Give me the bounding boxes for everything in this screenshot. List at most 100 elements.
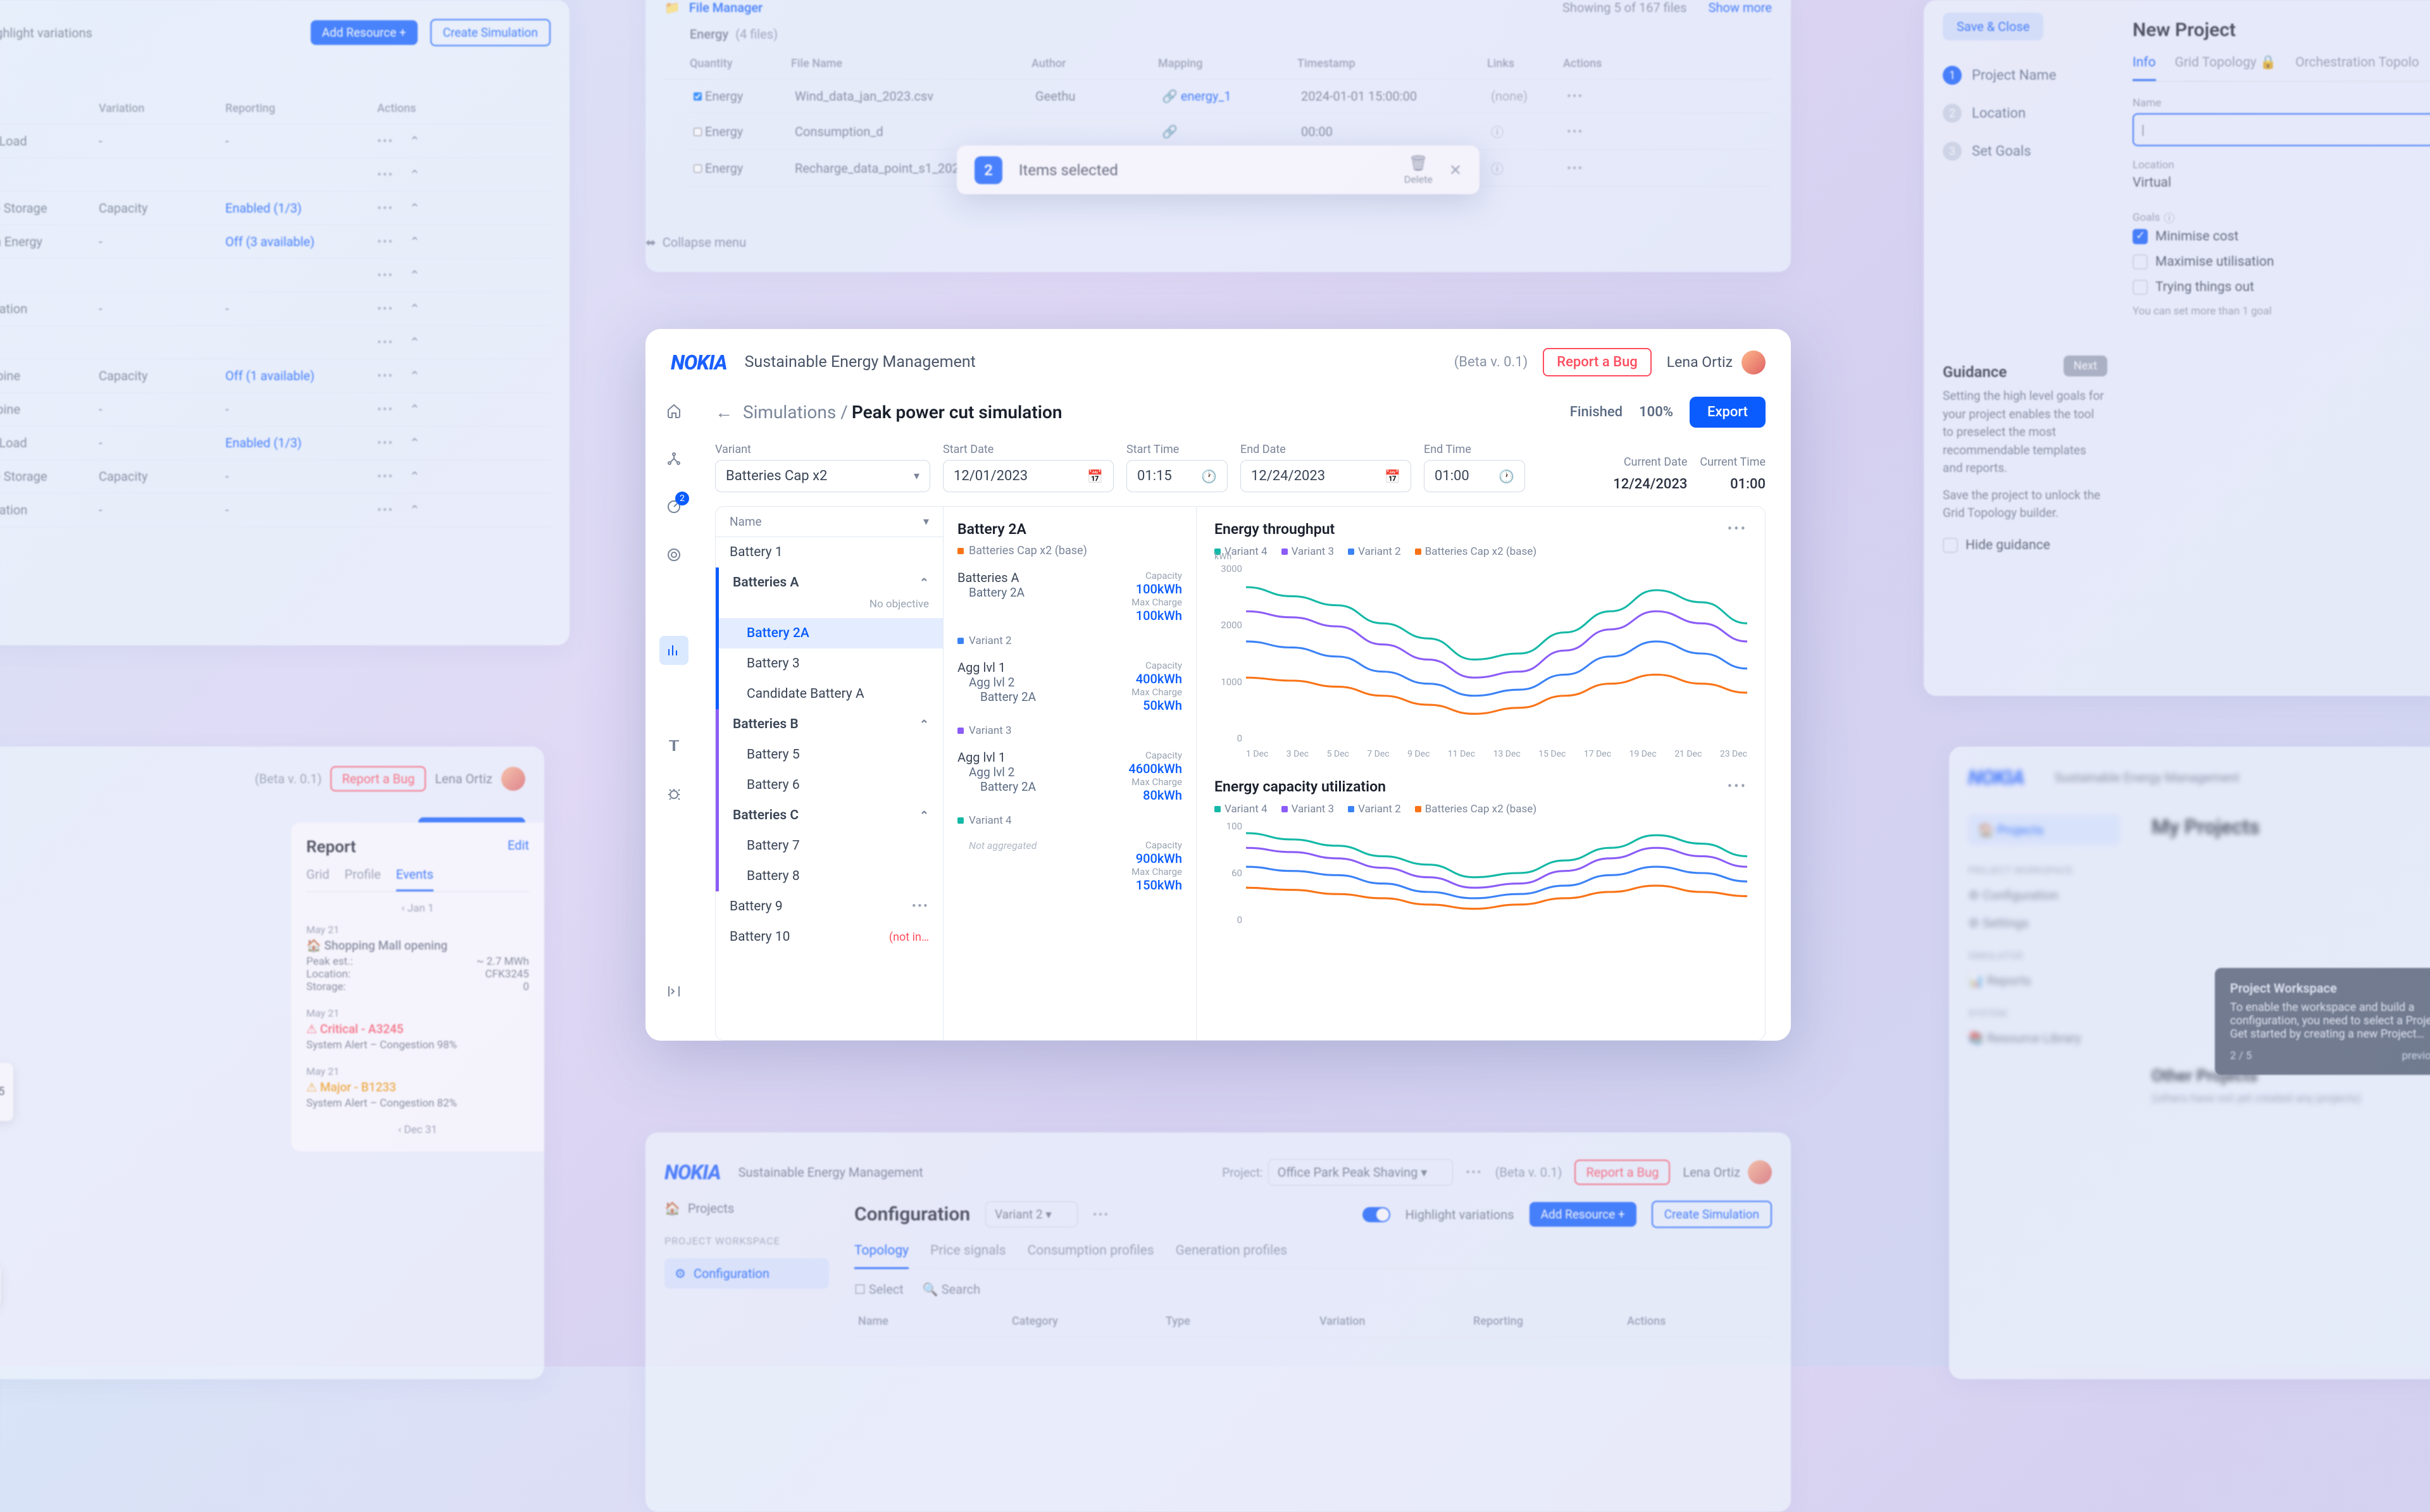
toggle-highlight[interactable] xyxy=(1362,1207,1390,1222)
export-button[interactable]: Export xyxy=(1690,397,1766,428)
nav-configuration[interactable]: ⚙ Configuration xyxy=(1968,888,2120,903)
tree-battery-7[interactable]: Battery 7 xyxy=(716,831,943,861)
show-more-link[interactable]: Show more xyxy=(1709,0,1772,15)
step-goals[interactable]: 3Set Goals xyxy=(1943,142,2107,161)
search-input[interactable]: 🔍 Search xyxy=(923,1282,980,1297)
save-close-button[interactable]: Save & Close xyxy=(1943,13,2043,40)
table-row[interactable]: PV Generation--•••⌃ xyxy=(0,292,551,326)
close-icon[interactable]: ✕ xyxy=(1449,161,1462,179)
nav-configuration[interactable]: ⚙ Configuration xyxy=(664,1258,829,1289)
table-row[interactable]: PV Generation--•••⌃ xyxy=(0,493,551,527)
next-button[interactable]: Next xyxy=(2064,356,2107,376)
tree-battery-5[interactable]: Battery 5 xyxy=(716,740,943,770)
report-bug-button[interactable]: Report a Bug xyxy=(1543,348,1652,376)
cfg-tab[interactable]: Generation profiles xyxy=(1176,1243,1287,1260)
cfg-tab[interactable]: Topology xyxy=(854,1243,909,1269)
nav-reports[interactable]: 📊 Reports xyxy=(1968,973,2120,988)
delete-icon[interactable]: 🗑Delete xyxy=(1404,154,1433,185)
nav-resource-library[interactable]: 📚 Resource Library xyxy=(1968,1031,2120,1046)
table-row[interactable]: Hydrogen Energy-Off (3 available)•••⌃ xyxy=(0,225,551,259)
start-date-input[interactable]: 12/01/2023📅 xyxy=(943,460,1114,492)
table-row[interactable]: Wind Turbine--•••⌃ xyxy=(0,393,551,426)
end-time-input[interactable]: 01:00🕐 xyxy=(1424,460,1525,492)
event-item[interactable]: May 21🏠 Shopping Mall openingPeak est.:~… xyxy=(306,924,529,993)
tab-orchestration[interactable]: Orchestration Topolo xyxy=(2295,55,2419,81)
tree-battery-3[interactable]: Battery 3 xyxy=(716,648,943,679)
table-row[interactable]: •••⌃ xyxy=(0,326,551,359)
back-icon[interactable]: ← xyxy=(715,402,733,423)
rtab-profile[interactable]: Profile xyxy=(345,867,381,891)
map-pin-2[interactable]: 🏠CFK3245 xyxy=(0,1265,1,1307)
add-resource-button[interactable]: Add Resource + xyxy=(311,20,418,45)
chart-more-icon[interactable]: ••• xyxy=(1728,779,1747,795)
table-row[interactable]: Invertor + StorageCapacity-•••⌃ xyxy=(0,460,551,493)
table-row[interactable]: •••⌃ xyxy=(0,158,551,192)
map-pin-1[interactable]: 🔋CFK3245 3 xyxy=(0,1063,13,1121)
tab-info[interactable]: Info xyxy=(2133,55,2156,81)
tree-battery-9[interactable]: Battery 9••• xyxy=(716,891,943,922)
step-project-name[interactable]: 1Project Name xyxy=(1943,66,2107,85)
book-icon[interactable] xyxy=(663,734,685,757)
tree-battery-6[interactable]: Battery 6 xyxy=(716,770,943,800)
tree-battery-10[interactable]: Battery 10(not in… xyxy=(716,922,943,952)
tree-header[interactable]: Name▾ xyxy=(716,507,943,537)
end-date-input[interactable]: 12/24/2023📅 xyxy=(1240,460,1411,492)
tree-battery-8[interactable]: Battery 8 xyxy=(716,861,943,891)
report-bug-button[interactable]: Report a Bug xyxy=(1574,1160,1670,1185)
goal-trying-checkbox[interactable] xyxy=(2133,280,2148,295)
tab-grid-topology[interactable]: Grid Topology 🔒 xyxy=(2175,55,2277,81)
avatar[interactable] xyxy=(501,767,525,791)
gauge-icon[interactable]: 2 xyxy=(663,495,685,518)
more-icon[interactable]: ••• xyxy=(1093,1207,1109,1222)
step-location[interactable]: 2Location xyxy=(1943,104,2107,123)
table-row[interactable]: Dynamic Load--•••⌃ xyxy=(0,125,551,158)
table-row[interactable]: •••⌃ xyxy=(0,259,551,292)
event-item[interactable]: May 21⚠ Critical - A3245System Alert – C… xyxy=(306,1007,529,1051)
select-checkbox[interactable]: ☐ Select xyxy=(854,1282,904,1297)
start-time-input[interactable]: 01:15🕐 xyxy=(1126,460,1228,492)
project-select[interactable]: Office Park Peak Shaving ▾ xyxy=(1268,1159,1454,1186)
cfg-tab[interactable]: Consumption profiles xyxy=(1028,1243,1154,1260)
add-resource-button[interactable]: Add Resource + xyxy=(1530,1202,1636,1227)
edit-link[interactable]: Edit xyxy=(508,838,529,857)
home-icon[interactable] xyxy=(663,399,685,422)
tree-candidate-a[interactable]: Candidate Battery A xyxy=(716,679,943,709)
rtab-events[interactable]: Events xyxy=(396,867,433,891)
breadcrumb-root[interactable]: Simulations / xyxy=(743,402,848,423)
file-row[interactable]: EnergyWind_data_jan_2023.csvGeethu🔗 ener… xyxy=(690,80,1772,113)
event-item[interactable]: May 21⚠ Major - B1233System Alert – Cong… xyxy=(306,1065,529,1110)
report-bug-button[interactable]: Report a Bug xyxy=(330,766,426,791)
tab-profiles[interactable]: n profiles xyxy=(0,65,551,80)
table-row[interactable]: Invertor + StorageCapacityEnabled (1/3)•… xyxy=(0,192,551,225)
tree-batteries-b[interactable]: Batteries B⌃ xyxy=(716,709,943,740)
tooltip-prev[interactable]: previous xyxy=(2402,1050,2430,1062)
create-simulation-button[interactable]: Create Simulation xyxy=(1652,1201,1772,1228)
file-row[interactable]: EnergyConsumption_d🔗 00:00ⓘ••• xyxy=(690,113,1772,150)
tree-batteries-a[interactable]: Batteries A⌃ xyxy=(716,567,943,598)
tree-battery-2a[interactable]: Battery 2A xyxy=(716,618,943,648)
network-icon[interactable] xyxy=(663,447,685,470)
nav-projects[interactable]: 🏠 Projects xyxy=(1968,815,2120,845)
table-row[interactable]: Wind TurbineCapacityOff (1 available)•••… xyxy=(0,359,551,393)
goal-minimise-checkbox[interactable] xyxy=(2133,229,2148,244)
target-icon[interactable] xyxy=(663,543,685,566)
nav-projects[interactable]: Projects xyxy=(688,1201,734,1216)
name-input[interactable]: | xyxy=(2133,113,2430,146)
chart-icon[interactable] xyxy=(659,636,688,665)
tree-batteries-c[interactable]: Batteries C⌃ xyxy=(716,800,943,831)
goal-maximise-checkbox[interactable] xyxy=(2133,254,2148,270)
avatar[interactable] xyxy=(1748,1160,1772,1184)
variant-select[interactable]: Variant 2 ▾ xyxy=(985,1201,1078,1227)
bug-icon[interactable] xyxy=(663,783,685,805)
collapse-menu[interactable]: Collapse menu xyxy=(663,235,746,250)
hide-guidance-checkbox[interactable] xyxy=(1943,538,1958,553)
nav-settings[interactable]: ⚙ Settings xyxy=(1968,915,2120,931)
rtab-grid[interactable]: Grid xyxy=(306,867,330,891)
cfg-tab[interactable]: Price signals xyxy=(930,1243,1006,1260)
group-energy[interactable]: Energy xyxy=(690,27,728,42)
variant-select[interactable]: Batteries Cap x2▾ xyxy=(715,460,930,492)
tree-battery-1[interactable]: Battery 1 xyxy=(716,537,943,567)
chart-more-icon[interactable]: ••• xyxy=(1728,521,1747,537)
create-simulation-button[interactable]: Create Simulation xyxy=(430,19,551,46)
table-row[interactable]: Dynamic Load-Enabled (1/3)•••⌃ xyxy=(0,426,551,460)
